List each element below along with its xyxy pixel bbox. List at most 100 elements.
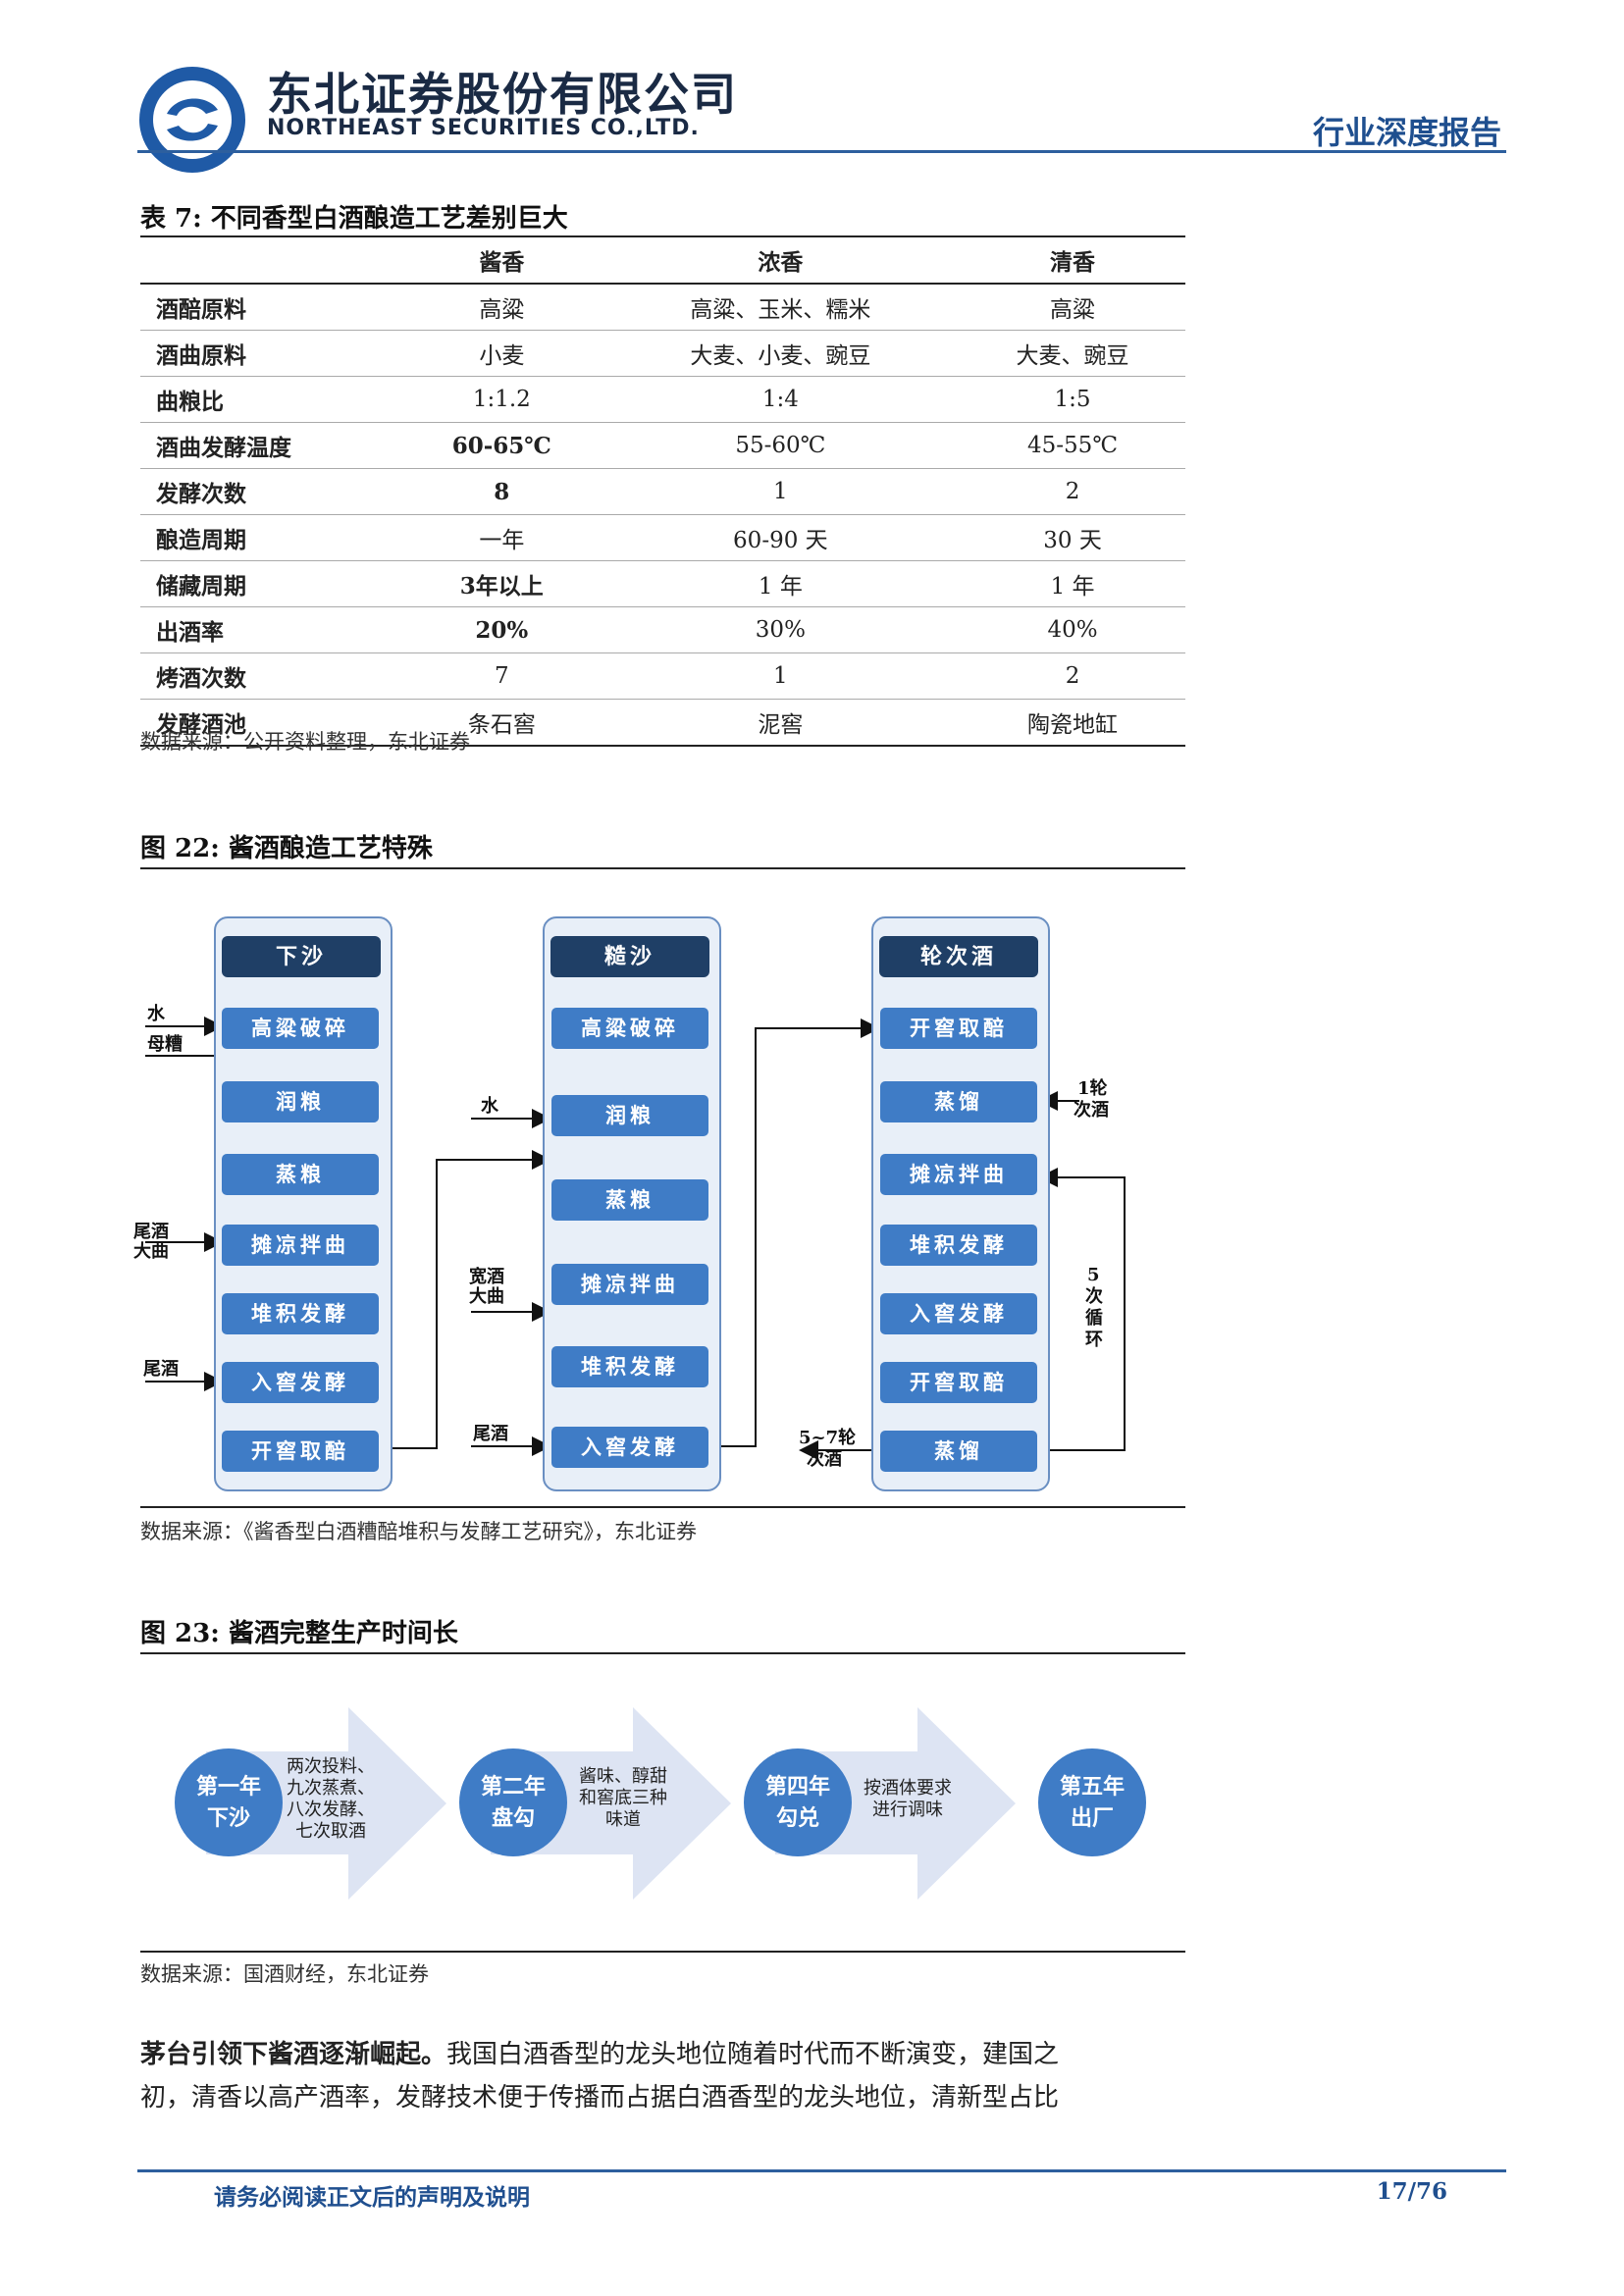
input-label: 大曲: [133, 1241, 169, 1262]
timeline-stage-4: 第五年 出厂: [1038, 1748, 1146, 1856]
table-cell: 1:4: [601, 376, 961, 423]
flow-step: 开窖取醅: [880, 1008, 1037, 1049]
flow-column-header: 轮次酒: [879, 936, 1038, 977]
flow-step: 开窖取醅: [880, 1362, 1037, 1403]
table-row: 曲粮比 1:1.2 1:4 1:5: [140, 376, 1185, 423]
column-header: [140, 235, 402, 285]
table-cell: 大麦、小麦、豌豆: [601, 330, 961, 377]
output-label: 次酒: [807, 1449, 842, 1470]
desc-line: 味道: [605, 1809, 641, 1830]
table-cell: 高粱: [402, 284, 602, 331]
figure-23-bottom-rule: [140, 1951, 1185, 1953]
input-label: 尾酒: [473, 1424, 508, 1444]
body-paragraph: 茅台引领下酱酒逐渐崛起。我国白酒香型的龙头地位随着时代而不断演变，建国之 初，清…: [140, 2033, 1185, 2119]
input-label: 水: [481, 1096, 498, 1117]
table-row: 出酒率 20% 30% 40%: [140, 606, 1185, 653]
flow-step: 蒸馏: [880, 1431, 1037, 1472]
flow-step: 入窖发酵: [551, 1427, 708, 1468]
flow-step: 润粮: [222, 1081, 379, 1122]
footer-notice: 请务必阅读正文后的声明及说明: [214, 2184, 530, 2211]
row-label: 曲粮比: [140, 376, 402, 423]
table-cell: 1:5: [960, 376, 1185, 423]
timeline-stage-3: 第四年 勾兑: [744, 1748, 852, 1856]
input-label: 尾酒: [133, 1222, 169, 1242]
table-cell: 陶瓷地缸: [960, 699, 1185, 747]
row-label: 酿造周期: [140, 514, 402, 561]
table-cell: 高粱、玉米、糯米: [601, 284, 961, 331]
company-logo: [139, 67, 245, 173]
flow-column-xiasha: [214, 916, 393, 1491]
row-label: 烤酒次数: [140, 652, 402, 700]
stage-year: 第五年: [1059, 1774, 1125, 1800]
table-cell: 1 年: [601, 560, 961, 607]
desc-line: 两次投料、: [287, 1756, 375, 1777]
input-label: 大曲: [469, 1286, 504, 1307]
row-label: 发酵次数: [140, 468, 402, 515]
table-cell: 60-65℃: [402, 422, 602, 469]
input-label: 宽酒: [469, 1267, 504, 1287]
figure-22-source: 数据来源：《酱香型白酒糟醅堆积与发酵工艺研究》，东北证券: [140, 1520, 697, 1543]
table-cell: 30 天: [960, 514, 1185, 561]
stage-name: 勾兑: [775, 1805, 819, 1831]
cycle-label: 次: [1085, 1286, 1103, 1307]
table-cell: 大麦、豌豆: [960, 330, 1185, 377]
cycle-label: 环: [1085, 1330, 1103, 1350]
table-cell: 40%: [960, 606, 1185, 653]
output-label: 5~7轮: [799, 1428, 857, 1448]
flow-column-lunci: [871, 916, 1050, 1491]
timeline-stage-1: 第一年 下沙: [175, 1748, 283, 1856]
flow-column-header: 下沙: [222, 936, 381, 977]
table-cell: 2: [960, 652, 1185, 700]
stage-description: 酱味、醇甜 和窖底三种 味道: [569, 1766, 677, 1831]
desc-line: 按酒体要求: [864, 1778, 952, 1799]
table-cell: 泥窖: [601, 699, 961, 747]
table-source: 数据来源：公开资料整理，东北证券: [140, 730, 470, 754]
flow-step: 蒸粮: [222, 1154, 379, 1195]
column-header: 浓香: [601, 235, 961, 285]
input-label: 水: [147, 1004, 165, 1024]
figure-23-title: 图 23: 酱酒完整生产时间长: [140, 1619, 458, 1648]
table-cell: 1 年: [960, 560, 1185, 607]
table-cell: 3年以上: [402, 560, 602, 607]
stage-name: 盘勾: [491, 1805, 535, 1831]
table-cell: 2: [960, 468, 1185, 515]
table-row: 发酵次数 8 1 2: [140, 468, 1185, 515]
desc-line: 八次发酵、: [287, 1800, 375, 1820]
figure-22-top-rule: [140, 867, 1185, 869]
table-cell: 1: [601, 652, 961, 700]
process-comparison-table: 酱香 浓香 清香 酒醅原料 高粱 高粱、玉米、糯米 高粱 酒曲原料 小麦 大麦、…: [140, 235, 1185, 747]
table-cell: 8: [402, 468, 602, 515]
table-cell: 45-55℃: [960, 422, 1185, 469]
desc-line: 进行调味: [872, 1800, 943, 1820]
table-cell: 一年: [402, 514, 602, 561]
flow-step: 摊凉拌曲: [551, 1264, 708, 1305]
input-label: 次酒: [1074, 1100, 1109, 1121]
paragraph-lead: 茅台引领下酱酒逐渐崛起。: [140, 2040, 447, 2069]
desc-line: 七次取酒: [295, 1821, 366, 1842]
row-label: 酒醅原料: [140, 284, 402, 331]
table-row: 酒曲原料 小麦 大麦、小麦、豌豆 大麦、豌豆: [140, 330, 1185, 377]
company-name-cn: 东北证券股份有限公司: [267, 68, 738, 121]
table-row: 酒醅原料 高粱 高粱、玉米、糯米 高粱: [140, 284, 1185, 331]
flow-step: 堆积发酵: [222, 1293, 379, 1334]
table-row: 烤酒次数 7 1 2: [140, 652, 1185, 700]
stage-name: 下沙: [206, 1805, 250, 1831]
input-label: 1轮: [1077, 1078, 1108, 1099]
flow-step: 润粮: [551, 1095, 708, 1136]
stage-year: 第四年: [764, 1774, 830, 1800]
figure-23-source: 数据来源：国酒财经，东北证券: [140, 1962, 429, 1986]
row-label: 储藏周期: [140, 560, 402, 607]
flow-step: 蒸粮: [551, 1179, 708, 1221]
table-cell: 高粱: [960, 284, 1185, 331]
table-cell: 7: [402, 652, 602, 700]
table-cell: 20%: [402, 606, 602, 653]
flow-step: 入窖发酵: [880, 1293, 1037, 1334]
table-header-row: 酱香 浓香 清香: [140, 235, 1185, 285]
table-row: 储藏周期 3年以上 1 年 1 年: [140, 560, 1185, 607]
header-divider: [137, 150, 1506, 153]
flow-step: 高粱破碎: [222, 1008, 379, 1049]
stage-name: 出厂: [1070, 1805, 1114, 1831]
page-number: 17/76: [1376, 2178, 1447, 2205]
table-row: 酒曲发酵温度 60-65℃ 55-60℃ 45-55℃: [140, 422, 1185, 469]
table-cell: 30%: [601, 606, 961, 653]
